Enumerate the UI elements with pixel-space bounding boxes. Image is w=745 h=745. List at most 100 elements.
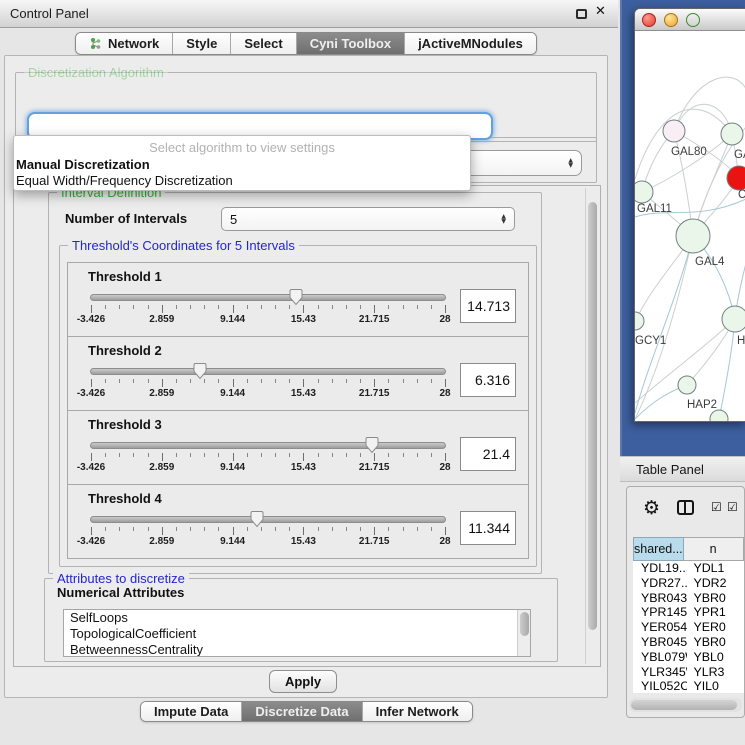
main-scrollbar[interactable] (585, 188, 598, 664)
tab-infer-network[interactable]: Infer Network (362, 702, 472, 721)
threshold-slider[interactable]: -3.4262.8599.14415.4321.71528 (88, 360, 448, 406)
threshold-value-input[interactable] (460, 289, 516, 323)
network-node-c[interactable] (727, 166, 745, 190)
attributes-listbox[interactable]: SelfLoopsTopologicalCoefficientBetweenne… (63, 609, 531, 657)
table-row[interactable]: YBR043CYBR0 (633, 591, 744, 606)
slider-scale-label: 21.715 (359, 536, 390, 547)
tab-select[interactable]: Select (230, 33, 295, 54)
table-panel-body: ⚙ ☑ ☑ shared...n YDL19...YDL1YDR27...YDR… (626, 486, 745, 718)
slider-track[interactable] (90, 368, 446, 375)
tab-impute-data[interactable]: Impute Data (141, 702, 241, 721)
tab-label: Discretize Data (255, 704, 348, 719)
list-item-topologicalcoefficient[interactable]: TopologicalCoefficient (64, 626, 530, 642)
network-node-gal4[interactable] (676, 219, 710, 253)
tab-label: Network (108, 36, 159, 51)
listbox-scrollbar[interactable] (517, 610, 530, 656)
slider-scale-label: 15.43 (291, 536, 316, 547)
interval-definition-group: Interval Definition Number of Intervals … (48, 192, 542, 574)
tab-discretize-data[interactable]: Discretize Data (241, 702, 361, 721)
column-header-n[interactable]: n (684, 537, 744, 561)
threshold-value-input[interactable] (460, 363, 516, 397)
checkbox-icon[interactable]: ☑ (711, 500, 722, 514)
stepper-icon: ▲▼ (562, 158, 573, 168)
network-node-unlabeled[interactable] (710, 410, 728, 422)
group-title: Attributes to discretize (53, 571, 189, 586)
network-node-label: GAL4 (695, 256, 725, 268)
gear-icon[interactable]: ⚙ (643, 497, 660, 519)
slider-scale-label: 9.144 (220, 388, 245, 399)
threshold-panel-4: Threshold 4-3.4262.8599.14415.4321.71528 (67, 484, 529, 559)
traffic-light-minimize-icon[interactable] (664, 13, 678, 27)
popup-option-equal-width-frequency[interactable]: Equal Width/Frequency Discretization (14, 173, 470, 189)
slider-thumb-icon[interactable] (288, 288, 303, 306)
table-cell: YBL0 (687, 650, 744, 665)
network-window[interactable]: GAL80GACGAL11GAL4GCY1HHAP2 (634, 8, 745, 422)
threshold-value-input[interactable] (460, 437, 516, 471)
slider-thumb-icon[interactable] (192, 362, 207, 380)
table-cell: YIL0 (687, 679, 744, 693)
threshold-slider[interactable]: -3.4262.8599.14415.4321.71528 (88, 434, 448, 480)
slider-track[interactable] (90, 442, 446, 449)
network-node-gal11[interactable] (635, 181, 653, 203)
slider-scale-label: 2.859 (149, 388, 174, 399)
network-node-label: GAL80 (671, 146, 707, 158)
threshold-panel-2: Threshold 2-3.4262.8599.14415.4321.71528 (67, 336, 529, 411)
split-view-icon[interactable] (677, 500, 694, 515)
slider-scale-label: 28 (439, 388, 450, 399)
threshold-value-input[interactable] (460, 511, 516, 545)
traffic-light-close-icon[interactable] (642, 13, 656, 27)
threshold-label: Threshold 2 (68, 337, 528, 358)
network-frame: GAL80GACGAL11GAL4GCY1HHAP2 (620, 0, 745, 456)
table-row[interactable]: YBR045CYBR0 (633, 635, 744, 650)
slider-thumb-icon[interactable] (365, 436, 380, 454)
tab-style[interactable]: Style (172, 33, 230, 54)
table-row[interactable]: YBL079WYBL0 (633, 650, 744, 665)
tab-label: Select (244, 36, 282, 51)
horizontal-scrollbar[interactable] (629, 698, 742, 712)
slider-scale-label: 9.144 (220, 314, 245, 325)
close-icon[interactable]: ✕ (595, 4, 606, 19)
checkbox-icon[interactable]: ☑ (727, 500, 738, 514)
network-node-label: HAP2 (687, 399, 717, 411)
network-node-gal80[interactable] (663, 120, 685, 142)
slider-scale-label: 2.859 (149, 314, 174, 325)
number-of-intervals-value: 5 (230, 212, 237, 227)
network-edge (642, 134, 732, 192)
table-row[interactable]: YIL052CYIL0 (633, 679, 744, 693)
tab-jactivemnodules[interactable]: jActiveMNodules (404, 33, 536, 54)
table-row[interactable]: YER054CYER0 (633, 620, 744, 635)
number-of-intervals-combobox[interactable]: 5 ▲▼ (221, 207, 515, 231)
network-canvas[interactable]: GAL80GACGAL11GAL4GCY1HHAP2 (635, 31, 745, 422)
table-cell: YER0 (687, 620, 744, 635)
tab-cyni-toolbox[interactable]: Cyni Toolbox (296, 33, 404, 54)
apply-button[interactable]: Apply (269, 670, 337, 693)
network-node-ga[interactable] (721, 123, 743, 145)
table-row[interactable]: YDR27...YDR2 (633, 576, 744, 591)
threshold-slider[interactable]: -3.4262.8599.14415.4321.71528 (88, 508, 448, 554)
algorithm-popup: Select algorithm to view settings Manual… (13, 135, 471, 191)
popup-option-manual-discretization[interactable]: Manual Discretization (14, 157, 470, 173)
list-item-selfloops[interactable]: SelfLoops (64, 610, 530, 626)
slider-scale-label: 15.43 (291, 314, 316, 325)
network-node-h[interactable] (722, 306, 745, 332)
table-panel-title: Table Panel (636, 457, 704, 483)
traffic-light-zoom-icon[interactable] (686, 13, 700, 27)
slider-track[interactable] (90, 516, 446, 523)
table-row[interactable]: YPR145WYPR1 (633, 605, 744, 620)
slider-scale-label: 21.715 (359, 462, 390, 473)
tab-network[interactable]: Network (76, 33, 172, 54)
float-window-icon[interactable] (576, 9, 587, 19)
network-node-hap2[interactable] (678, 376, 696, 394)
settings-scroll-area: Interval Definition Number of Intervals … (13, 185, 601, 667)
slider-track[interactable] (90, 294, 446, 301)
top-tab-bar: Network Style Select Cyni ToolboxjActiveMNo… (75, 32, 537, 55)
threshold-slider[interactable]: -3.4262.8599.14415.4321.71528 (88, 286, 448, 332)
list-item-betweennesscentrality[interactable]: BetweennessCentrality (64, 642, 530, 657)
table-cell: YIL052C (633, 679, 687, 693)
network-node-gcy1[interactable] (635, 312, 644, 330)
network-node-label: GA (734, 149, 745, 161)
table-row[interactable]: YDL19...YDL1 (633, 561, 744, 576)
column-header-shared-[interactable]: shared... (633, 537, 684, 561)
slider-thumb-icon[interactable] (250, 510, 265, 528)
table-row[interactable]: YLR345WYLR3 (633, 665, 744, 680)
